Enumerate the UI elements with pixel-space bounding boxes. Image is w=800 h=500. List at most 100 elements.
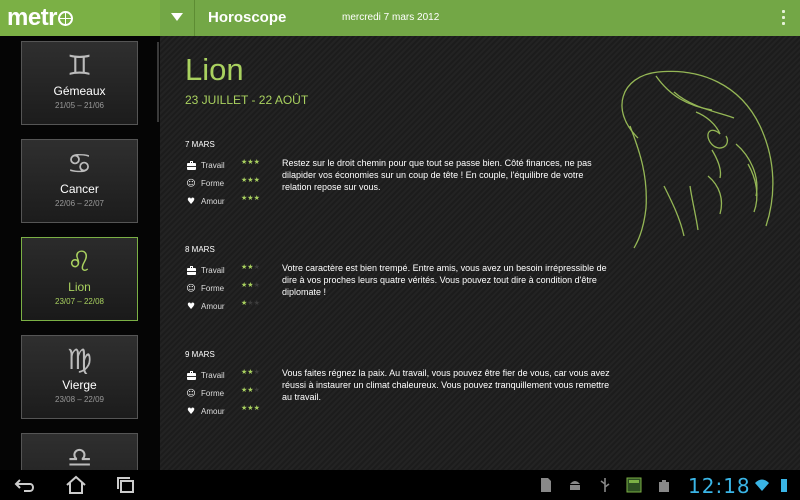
app-notification-icon[interactable]	[626, 477, 642, 493]
leo-icon: ♌	[66, 245, 93, 278]
day-forecast: 8 MARS Travail ★★★ ☺ Forme ★★★ ♥ Amour ★…	[185, 245, 625, 320]
forecast-text: Votre caractère est bien trempé. Entre a…	[282, 263, 607, 297]
star-rating: ★★★	[241, 368, 260, 376]
metro-logo: metr	[7, 5, 74, 31]
star-empty-icon: ★	[253, 263, 260, 271]
back-icon[interactable]	[12, 475, 40, 495]
star-rating: ★★★	[241, 158, 260, 166]
rating-label: Forme	[201, 284, 225, 293]
virgo-icon: ♍	[66, 343, 93, 376]
rating-label: Forme	[201, 389, 225, 398]
sidebar-scrollbar[interactable]	[157, 42, 159, 122]
rating-row-amour: ♥ Amour ★★★	[185, 194, 275, 209]
sign-date-range: 23 JUILLET - 22 AOÛT	[185, 93, 309, 107]
rating-row-forme: ☺ Forme ★★★	[185, 386, 275, 401]
heart-icon: ♥	[186, 302, 196, 312]
rating-row-amour: ♥ Amour ★★★	[185, 404, 275, 419]
android-debug-icon[interactable]	[567, 477, 583, 493]
star-rating: ★★★	[241, 194, 260, 202]
rating-label: Travail	[201, 266, 225, 275]
star-rating: ★★★	[241, 281, 260, 289]
star-rating: ★★★	[241, 404, 260, 412]
smiley-icon: ☺	[186, 389, 196, 399]
day-date: 8 MARS	[185, 245, 215, 254]
briefcase-icon	[185, 370, 197, 382]
battery-icon[interactable]	[776, 477, 792, 493]
sign-name: Vierge	[62, 378, 97, 392]
clock[interactable]: 12:18	[688, 474, 751, 498]
recent-apps-icon[interactable]	[112, 475, 140, 495]
usb-icon[interactable]	[597, 477, 613, 493]
rating-row-travail: Travail ★★★	[185, 263, 275, 278]
cancer-icon: ♋	[66, 147, 93, 180]
home-icon[interactable]	[62, 475, 90, 495]
horoscope-detail[interactable]: Lion 23 JUILLET - 22 AOÛT 7 MARS Travail…	[160, 36, 800, 470]
wifi-icon[interactable]	[754, 477, 770, 493]
header-date: mercredi 7 mars 2012	[342, 12, 440, 23]
star-empty-icon: ★	[253, 368, 260, 376]
sign-name: Cancer	[60, 182, 99, 196]
heart-icon: ♥	[186, 197, 196, 207]
star-filled-icon: ★	[253, 158, 260, 166]
overflow-menu-icon[interactable]	[782, 10, 786, 26]
rating-label: Travail	[201, 371, 225, 380]
briefcase-icon	[185, 160, 197, 172]
star-rating: ★★★	[241, 386, 260, 394]
sign-card-gemeaux[interactable]: ♊ Gémeaux 21/05 – 21/06	[21, 41, 138, 125]
rating-row-travail: Travail ★★★	[185, 158, 275, 173]
sign-card-balance[interactable]: ♎	[21, 433, 138, 470]
shop-bag-icon[interactable]	[656, 477, 672, 493]
star-rating: ★★★	[241, 263, 260, 271]
sd-card-icon[interactable]	[538, 477, 554, 493]
day-date: 9 MARS	[185, 350, 215, 359]
page-title: Horoscope	[208, 9, 287, 26]
forecast-text: Vous faites régnez la paix. Au travail, …	[282, 368, 610, 402]
day-forecast: 9 MARS Travail ★★★ ☺ Forme ★★★ ♥ Amour ★…	[185, 350, 625, 425]
chevron-down-icon	[171, 13, 183, 21]
smiley-icon: ☺	[186, 284, 196, 294]
sign-date-range: 21/05 – 21/06	[55, 101, 104, 110]
forecast-text: Restez sur le droit chemin pour que tout…	[282, 158, 592, 192]
sign-name: Gémeaux	[53, 84, 106, 98]
libra-icon: ♎	[66, 441, 93, 470]
sign-date-range: 22/06 – 22/07	[55, 199, 104, 208]
smiley-icon: ☺	[186, 179, 196, 189]
globe-icon	[58, 11, 74, 26]
sign-title: Lion	[185, 52, 244, 87]
rating-label: Amour	[201, 302, 225, 311]
rating-row-forme: ☺ Forme ★★★	[185, 176, 275, 191]
navigation-dropdown-button[interactable]	[160, 0, 195, 36]
sign-card-vierge[interactable]: ♍ Vierge 23/08 – 22/09	[21, 335, 138, 419]
sign-name: Lion	[68, 280, 91, 294]
star-rating: ★★★	[241, 176, 260, 184]
top-bar: metr Horoscope mercredi 7 mars 2012	[0, 0, 800, 36]
rating-row-forme: ☺ Forme ★★★	[185, 281, 275, 296]
sign-card-lion[interactable]: ♌ Lion 23/07 – 22/08	[21, 237, 138, 321]
logo-area[interactable]: metr	[0, 0, 160, 36]
rating-label: Travail	[201, 161, 225, 170]
rating-row-travail: Travail ★★★	[185, 368, 275, 383]
sign-card-cancer[interactable]: ♋ Cancer 22/06 – 22/07	[21, 139, 138, 223]
sign-date-range: 23/08 – 22/09	[55, 395, 104, 404]
lion-illustration	[621, 70, 774, 249]
star-filled-icon: ★	[253, 176, 260, 184]
gemini-icon: ♊	[66, 49, 93, 82]
briefcase-icon	[185, 265, 197, 277]
star-empty-icon: ★	[253, 281, 260, 289]
heart-icon: ♥	[186, 407, 196, 417]
star-rating: ★★★	[241, 299, 260, 307]
rating-row-amour: ♥ Amour ★★★	[185, 299, 275, 314]
sign-list[interactable]: ♊ Gémeaux 21/05 – 21/06 ♋ Cancer 22/06 –…	[0, 36, 160, 470]
system-bar: 12:18	[0, 470, 800, 500]
sign-date-range: 23/07 – 22/08	[55, 297, 104, 306]
rating-label: Amour	[201, 407, 225, 416]
star-filled-icon: ★	[253, 404, 260, 412]
day-forecast: 7 MARS Travail ★★★ ☺ Forme ★★★ ♥ Amour ★…	[185, 140, 625, 215]
star-empty-icon: ★	[253, 386, 260, 394]
rating-label: Forme	[201, 179, 225, 188]
star-empty-icon: ★	[253, 299, 260, 307]
star-filled-icon: ★	[253, 194, 260, 202]
rating-label: Amour	[201, 197, 225, 206]
action-bar: Horoscope mercredi 7 mars 2012	[160, 0, 800, 36]
day-date: 7 MARS	[185, 140, 215, 149]
